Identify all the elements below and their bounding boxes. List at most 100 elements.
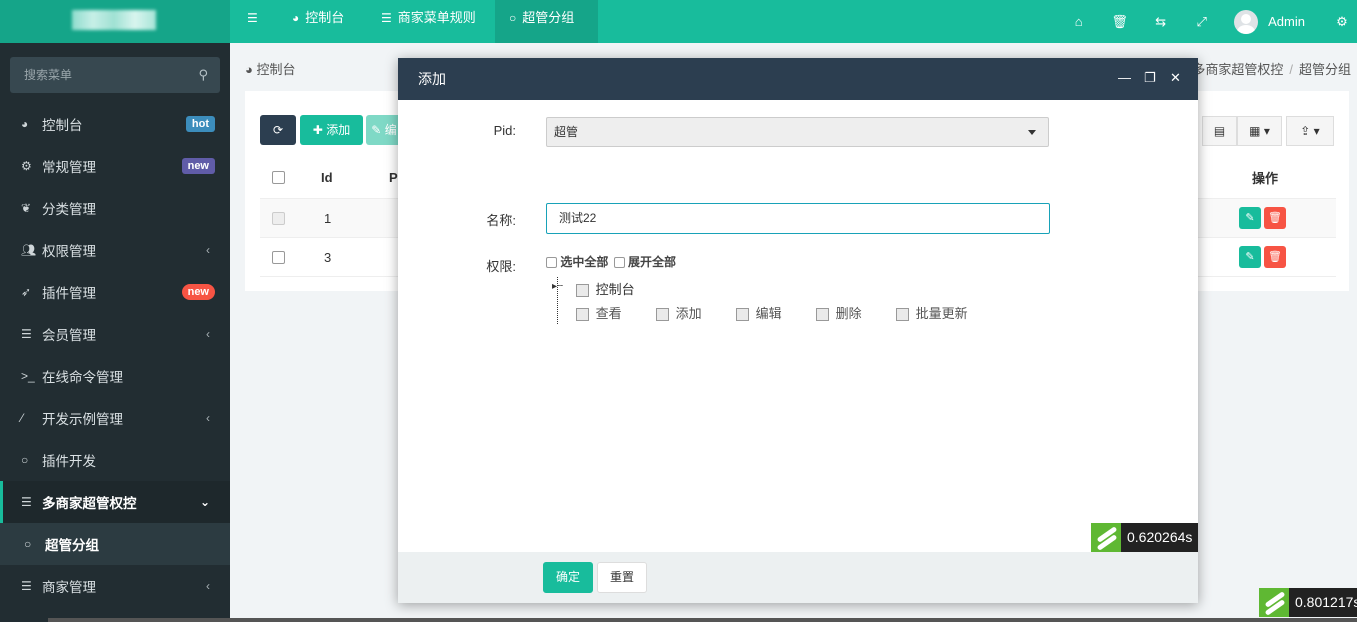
search-icon[interactable]: ⚲ [198, 57, 208, 93]
dialog-footer: 确定 重置 [398, 552, 1198, 603]
pid-select[interactable]: 超管 [546, 117, 1049, 147]
tree-node-dashboard[interactable]: 控制台 [576, 279, 635, 298]
sidebar-item-label: 插件管理 [42, 286, 96, 301]
tab-merchant-menu-rules[interactable]: ☰ 商家菜单规则 [367, 0, 490, 43]
tree-node-checkbox[interactable] [896, 308, 909, 322]
sidebar-item-addon-dev[interactable]: ○ 插件开发 [0, 439, 230, 481]
chevron-left-icon: ‹ [206, 327, 210, 341]
export-icon: ⇪ ▾ [1300, 124, 1320, 138]
sidebar: 搜索菜单 ⚲ ◕ 控制台 hot ⚙ 常规管理 new ❦ 分类管理 👥︎ 权限… [0, 43, 230, 622]
sidebar-item-multi-merchant[interactable]: ☰ 多商家超管权控 ⌄ [0, 481, 230, 523]
row-checkbox[interactable] [272, 250, 285, 264]
tree-node-label: 控制台 [595, 282, 635, 297]
sidebar-item-auth[interactable]: 👥︎ 权限管理 ‹ [0, 229, 230, 271]
list-icon: ☰ [21, 327, 32, 341]
sidebar-item-label: 会员管理 [42, 328, 96, 343]
delete-row-button[interactable]: 🗑︎ [1264, 246, 1286, 268]
dialog-title: 添加 [418, 71, 446, 87]
sidebar-item-label: 常规管理 [42, 160, 96, 175]
tree-node-checkbox[interactable] [576, 308, 589, 322]
expand-all-checkbox[interactable] [613, 257, 625, 269]
row-id: 1 [324, 210, 332, 226]
maximize-icon[interactable]: ❐ [1144, 58, 1156, 100]
column-header-id[interactable]: Id [321, 157, 333, 198]
confirm-button[interactable]: 确定 [543, 562, 594, 593]
logo [72, 10, 156, 30]
new-badge: new [181, 158, 215, 174]
cogs-icon[interactable]: ⚙ [1327, 4, 1357, 40]
row-checkbox[interactable] [272, 211, 285, 225]
search-placeholder: 搜索菜单 [24, 68, 73, 82]
tree-node-checkbox[interactable] [736, 308, 749, 322]
menu-toggle-button[interactable]: ☰ [233, 0, 272, 43]
fullscreen-icon[interactable]: ⤢ [1181, 4, 1222, 40]
tree-node-checkbox[interactable] [656, 308, 669, 322]
pid-select-value: 超管 [554, 125, 579, 139]
edit-button[interactable]: ✎ 编辑 [366, 115, 402, 167]
tree-node-checkbox[interactable] [816, 308, 829, 322]
tree-child-add[interactable]: 添加 [656, 303, 702, 322]
chevron-left-icon: ‹ [206, 579, 210, 593]
tree-toggle-icon[interactable]: ▸┄ [552, 281, 563, 292]
sidebar-item-merchant[interactable]: ☰ 商家管理 ‹ [0, 565, 230, 607]
trash-icon[interactable]: 🗑︎ [1099, 4, 1140, 40]
trace-timer[interactable]: 0.620264s [1091, 523, 1199, 552]
permission-label: 权限: [486, 259, 516, 274]
tab-dashboard[interactable]: ◕ 控制台 [278, 0, 358, 43]
hot-badge: hot [185, 116, 215, 132]
trace-logo-icon [1259, 588, 1289, 617]
list-icon: ☰ [21, 495, 32, 509]
sidebar-item-general[interactable]: ⚙ 常规管理 new [0, 145, 230, 187]
minimize-icon[interactable]: — [1118, 58, 1131, 100]
tree-child-edit[interactable]: 编辑 [736, 303, 782, 322]
sidebar-item-dashboard[interactable]: ◕ 控制台 hot [0, 103, 230, 145]
select-all-checkbox[interactable] [546, 257, 557, 269]
sidebar-item-label: 开发示例管理 [42, 412, 123, 427]
tree-child-view[interactable]: 查看 [576, 303, 622, 322]
edit-row-button[interactable]: ✎ [1239, 207, 1261, 229]
circle-o-icon: ○ [509, 11, 517, 25]
select-all-label[interactable]: 选中全部 [560, 255, 608, 269]
tree-node-checkbox[interactable] [576, 284, 589, 298]
tree-child-delete[interactable]: 删除 [816, 303, 862, 322]
add-dialog: 添加 — ❐ ✕ Pid: 超管 名称: 测试22 权限: 选中全部 展开全部 … [398, 58, 1199, 603]
reset-button[interactable]: 重置 [597, 562, 648, 593]
language-icon[interactable]: ⇆ [1140, 4, 1181, 40]
name-input[interactable]: 测试22 [546, 203, 1050, 234]
breadcrumb-item[interactable]: 多商家超管权控 [1192, 62, 1283, 77]
tree-child-multi[interactable]: 批量更新 [896, 303, 968, 322]
sidebar-item-member[interactable]: ☰ 会员管理 ‹ [0, 313, 230, 355]
refresh-button[interactable]: ⟳ [260, 115, 296, 145]
edit-row-button[interactable]: ✎ [1239, 246, 1261, 268]
close-icon[interactable]: ✕ [1170, 58, 1181, 100]
columns-button[interactable]: ▦ ▾ [1237, 116, 1282, 146]
chevron-left-icon: ‹ [206, 411, 210, 425]
tree-toolbar: 选中全部 展开全部 [546, 253, 676, 270]
sidebar-item-command[interactable]: >_ 在线命令管理 [0, 355, 230, 397]
user-menu[interactable]: Admin [1222, 4, 1327, 40]
sidebar-item-category[interactable]: ❦ 分类管理 [0, 187, 230, 229]
sidebar-item-label: 权限管理 [42, 244, 96, 259]
sidebar-item-addon[interactable]: ➶ 插件管理 new [0, 271, 230, 313]
delete-row-button[interactable]: 🗑︎ [1264, 207, 1286, 229]
page-trace-timer[interactable]: 0.801217s [1259, 588, 1357, 617]
export-button[interactable]: ⇪ ▾ [1286, 116, 1334, 146]
breadcrumb-trail: 多商家超管权控 / 超管分组 [1192, 59, 1351, 78]
dialog-header[interactable]: 添加 — ❐ ✕ [398, 58, 1198, 100]
add-button[interactable]: ✚ 添加 [300, 115, 363, 145]
expand-all-label[interactable]: 展开全部 [628, 255, 676, 269]
select-all-checkbox[interactable] [272, 171, 285, 184]
sidebar-search-input[interactable]: 搜索菜单 ⚲ [10, 57, 220, 93]
tree-node-label: 编辑 [755, 306, 782, 321]
logo-area[interactable] [0, 0, 230, 43]
sidebar-item-example[interactable]: ⁄ 开发示例管理 ‹ [0, 397, 230, 439]
breadcrumb-separator: / [1289, 62, 1293, 77]
dashboard-icon: ◕ [292, 11, 300, 25]
breadcrumb-home[interactable]: 控制台 [256, 62, 295, 77]
tab-super-admin-group[interactable]: ○ 超管分组 [495, 0, 598, 43]
tab-super-admin-group-label: 超管分组 [522, 10, 575, 25]
sidebar-item-super-admin-group[interactable]: ○ 超管分组 [0, 523, 230, 565]
sidebar-item-label: 插件开发 [42, 454, 96, 469]
home-icon[interactable]: ⌂ [1058, 4, 1099, 40]
toggle-view-button[interactable]: ▤ [1202, 116, 1237, 146]
